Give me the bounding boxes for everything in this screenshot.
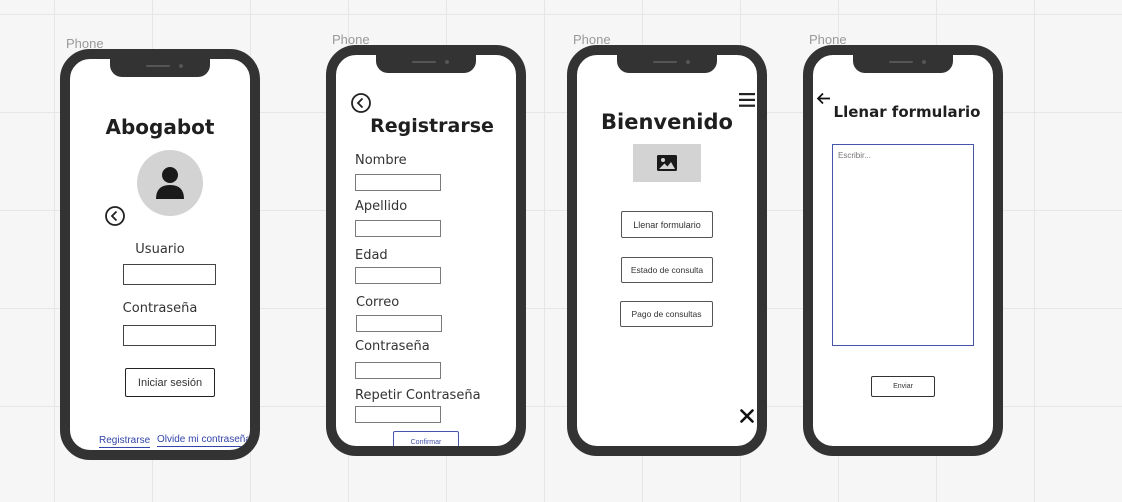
- apellido-input[interactable]: [355, 220, 441, 237]
- password-input[interactable]: [123, 325, 216, 346]
- phone-register: Registrarse Nombre Apellido Edad Correo …: [326, 45, 526, 456]
- phone-form: Llenar formulario Enviar: [803, 45, 1003, 456]
- phone-notch: [376, 55, 476, 73]
- image-icon: [657, 155, 677, 171]
- nombre-input[interactable]: [355, 174, 441, 191]
- phone-notch: [853, 55, 953, 73]
- close-icon[interactable]: [740, 409, 754, 423]
- page-title: Registrarse: [370, 115, 494, 137]
- field-label-repetir-contrasena: Repetir Contraseña: [355, 388, 481, 403]
- phone-notch: [617, 55, 717, 73]
- field-label-contrasena: Contraseña: [355, 339, 430, 354]
- username-input[interactable]: [123, 264, 216, 285]
- form-textarea[interactable]: [832, 144, 974, 346]
- correo-input[interactable]: [356, 315, 442, 332]
- menu-icon[interactable]: [739, 93, 755, 107]
- phone-notch: [110, 59, 210, 77]
- consultation-status-button[interactable]: Estado de consulta: [621, 257, 713, 283]
- forgot-password-link[interactable]: Olvide mi contraseña: [157, 434, 250, 447]
- back-icon[interactable]: [350, 92, 372, 114]
- avatar: [137, 150, 203, 216]
- phone-login: Abogabot Usuario Contraseña Iniciar sesi…: [60, 49, 260, 460]
- phone-welcome: Bienvenido Llenar formulario Estado de c…: [567, 45, 767, 456]
- page-title: Bienvenido: [601, 110, 733, 134]
- field-label-edad: Edad: [355, 248, 388, 263]
- page-title: Abogabot: [105, 115, 215, 139]
- register-link[interactable]: Registrarse: [99, 435, 151, 448]
- login-button[interactable]: Iniciar sesión: [125, 368, 215, 397]
- field-label-nombre: Nombre: [355, 153, 407, 168]
- page-title: Llenar formulario: [833, 103, 981, 121]
- contrasena-input[interactable]: [355, 362, 441, 379]
- back-icon[interactable]: [104, 205, 126, 227]
- edad-input[interactable]: [355, 267, 441, 284]
- field-label-apellido: Apellido: [355, 199, 408, 214]
- image-placeholder: [633, 144, 701, 182]
- username-label: Usuario: [135, 242, 185, 257]
- field-label-correo: Correo: [356, 295, 400, 310]
- confirm-button[interactable]: Confirmar: [393, 431, 459, 446]
- fill-form-button[interactable]: Llenar formulario: [621, 211, 713, 238]
- user-avatar-icon: [156, 167, 184, 199]
- password-label: Contraseña: [122, 301, 198, 316]
- consultation-payment-button[interactable]: Pago de consultas: [620, 301, 713, 327]
- repetir-contrasena-input[interactable]: [355, 406, 441, 423]
- send-button[interactable]: Enviar: [871, 376, 935, 397]
